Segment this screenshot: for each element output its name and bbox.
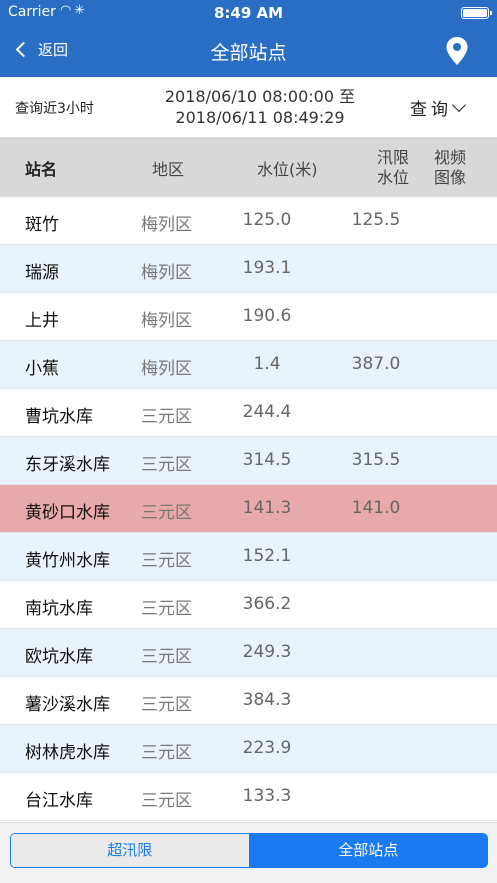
table-row[interactable]: 薯沙溪水库 三元区 384.3 xyxy=(0,677,497,725)
station-table: 斑竹 梅列区 125.0 125.5 瑞源 梅列区 193.1 上井 梅列区 1… xyxy=(0,197,497,821)
header-water-level: 水位(米) xyxy=(257,160,318,179)
station-area: 梅列区 xyxy=(141,359,192,379)
header-station-name: 站名 xyxy=(25,160,58,179)
table-row[interactable]: 曹坑水库 三元区 244.4 xyxy=(0,389,497,437)
query-range-start: 2018/06/10 08:00:00 至 xyxy=(164,87,356,106)
header-flood-limit-line2: 水位 xyxy=(376,168,409,187)
table-row[interactable]: 东牙溪水库 三元区 314.5 315.5 xyxy=(0,437,497,485)
map-pin-icon[interactable] xyxy=(445,36,469,66)
station-area: 三元区 xyxy=(141,695,192,715)
flood-limit: 387.0 xyxy=(351,354,401,374)
water-level: 193.1 xyxy=(242,258,292,278)
bottom-bar: 超汛限 全部站点 xyxy=(0,822,497,883)
table-row[interactable]: 小蕉 梅列区 1.4 387.0 xyxy=(0,341,497,389)
water-level: 133.3 xyxy=(242,786,292,806)
station-name: 东牙溪水库 xyxy=(25,455,110,475)
water-level: 314.5 xyxy=(242,450,292,470)
water-level: 152.1 xyxy=(242,546,292,566)
status-bar: Carrier ◠ ✳ 8:49 AM xyxy=(0,0,497,26)
water-level: 244.4 xyxy=(242,402,292,422)
station-name: 黄砂口水库 xyxy=(25,503,110,523)
flood-limit: 315.5 xyxy=(351,450,401,470)
table-row[interactable]: 上井 梅列区 190.6 xyxy=(0,293,497,341)
station-area: 梅列区 xyxy=(141,263,192,283)
station-name: 上井 xyxy=(25,311,59,331)
station-name: 瑞源 xyxy=(25,263,59,283)
nav-bar: 返回 全部站点 xyxy=(0,26,497,77)
water-level: 223.9 xyxy=(242,738,292,758)
query-button[interactable]: 查询 xyxy=(410,95,467,120)
table-row[interactable]: 台江水库 三元区 133.3 xyxy=(0,773,497,821)
station-area: 三元区 xyxy=(141,599,192,619)
table-row[interactable]: 欧坑水库 三元区 249.3 xyxy=(0,629,497,677)
station-name: 欧坑水库 xyxy=(25,647,93,667)
station-name: 小蕉 xyxy=(25,359,59,379)
table-row[interactable]: 树林虎水库 三元区 223.9 xyxy=(0,725,497,773)
table-header: 站名 地区 水位(米) 汛限 水位 视频 图像 xyxy=(0,137,497,197)
station-name: 斑竹 xyxy=(25,215,59,235)
water-level: 366.2 xyxy=(242,594,292,614)
station-area: 三元区 xyxy=(141,743,192,763)
segment-over-limit[interactable]: 超汛限 xyxy=(11,834,250,867)
station-name: 曹坑水库 xyxy=(25,407,93,427)
station-name: 树林虎水库 xyxy=(25,743,110,763)
station-name: 台江水库 xyxy=(25,791,93,811)
water-level: 125.0 xyxy=(242,210,292,230)
query-button-label: 查询 xyxy=(410,100,452,120)
status-time: 8:49 AM xyxy=(213,4,284,22)
station-name: 黄竹州水库 xyxy=(25,551,110,571)
chevron-down-icon xyxy=(451,97,467,113)
station-area: 梅列区 xyxy=(141,311,192,331)
table-row[interactable]: 瑞源 梅列区 193.1 xyxy=(0,245,497,293)
header-video: 视频 图像 xyxy=(430,148,470,188)
header-video-line1: 视频 xyxy=(433,148,466,167)
segment-all-stations[interactable]: 全部站点 xyxy=(249,834,487,867)
water-level: 190.6 xyxy=(242,306,292,326)
header-video-line2: 图像 xyxy=(433,168,466,187)
station-area: 三元区 xyxy=(141,551,192,571)
flood-limit: 141.0 xyxy=(351,498,401,518)
water-level: 1.4 xyxy=(253,354,281,374)
station-area: 梅列区 xyxy=(141,215,192,235)
header-flood-limit: 汛限 水位 xyxy=(373,148,413,188)
table-row[interactable]: 斑竹 梅列区 125.0 125.5 xyxy=(0,197,497,245)
water-level: 141.3 xyxy=(242,498,292,518)
flood-limit: 125.5 xyxy=(351,210,401,230)
header-area: 地区 xyxy=(152,160,185,179)
query-range-end: 2018/06/11 08:49:29 xyxy=(175,108,345,127)
station-name: 南坑水库 xyxy=(25,599,93,619)
station-area: 三元区 xyxy=(141,791,192,811)
query-bar: 查询近3小时 2018/06/10 08:00:00 至 2018/06/11 … xyxy=(0,77,497,137)
page-title: 全部站点 xyxy=(210,42,287,64)
station-area: 三元区 xyxy=(141,455,192,475)
water-level: 249.3 xyxy=(242,642,292,662)
top-bar: Carrier ◠ ✳ 8:49 AM 返回 全部站点 xyxy=(0,0,497,77)
station-name: 薯沙溪水库 xyxy=(25,695,110,715)
battery-icon xyxy=(461,7,492,19)
water-level: 384.3 xyxy=(242,690,292,710)
station-area: 三元区 xyxy=(141,503,192,523)
table-row-over-limit[interactable]: 黄砂口水库 三元区 141.3 141.0 xyxy=(0,485,497,533)
table-row[interactable]: 黄竹州水库 三元区 152.1 xyxy=(0,533,497,581)
table-row[interactable]: 南坑水库 三元区 366.2 xyxy=(0,581,497,629)
query-range-selector[interactable]: 查询近3小时 xyxy=(15,98,94,118)
header-flood-limit-line1: 汛限 xyxy=(376,148,409,167)
station-area: 三元区 xyxy=(141,647,192,667)
segmented-control: 超汛限 全部站点 xyxy=(10,833,488,868)
station-area: 三元区 xyxy=(141,407,192,427)
query-time-range: 2018/06/10 08:00:00 至 2018/06/11 08:49:2… xyxy=(150,86,370,128)
